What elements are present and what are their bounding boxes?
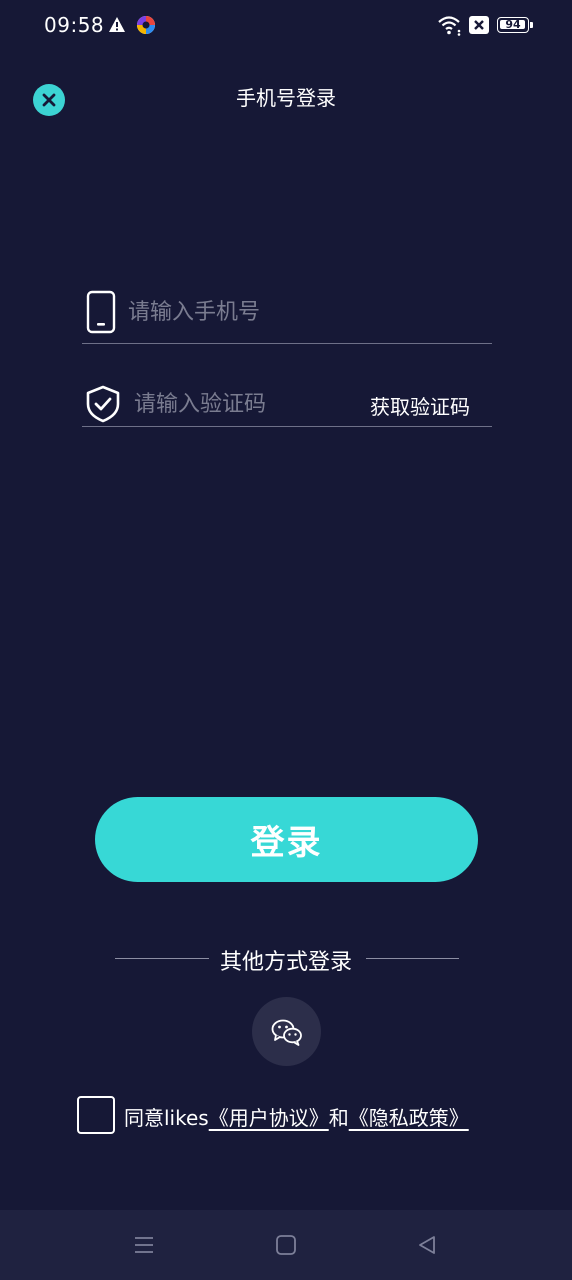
phone-field [82,288,492,344]
shield-check-icon [86,385,120,423]
login-button[interactable]: 登录 [95,797,478,882]
agreement-prefix: 同意likes [124,1106,209,1130]
other-login-label: 其他方式登录 [219,950,352,975]
back-icon[interactable] [416,1234,438,1256]
app-notification-icon [137,16,155,34]
close-box-icon [469,16,489,34]
home-icon[interactable] [275,1234,297,1256]
menu-icon[interactable] [133,1234,155,1256]
agreement-checkbox[interactable] [77,1096,115,1134]
battery-icon: 94 [497,15,533,35]
divider-right [366,958,459,959]
agreement-text: 同意likes《用户协议》和《隐私政策》 [124,1102,469,1131]
page-title: 手机号登录 [236,86,336,110]
wechat-icon [271,1019,302,1046]
code-field: 获取验证码 [82,380,492,427]
agreement-and: 和 [328,1106,349,1130]
code-input[interactable] [134,388,354,420]
battery-level: 94 [505,18,521,31]
privacy-policy-link[interactable]: 《隐私政策》 [349,1106,469,1130]
status-time: 09:58 [44,13,105,37]
status-bar: 09:58 94 [0,0,572,52]
user-agreement-link[interactable]: 《用户协议》 [209,1106,329,1130]
warning-icon [109,17,125,32]
wifi-icon [438,16,461,36]
system-nav-bar [0,1210,572,1280]
get-code-button[interactable]: 获取验证码 [370,391,470,420]
phone-input[interactable] [128,296,478,328]
wechat-login-button[interactable] [252,997,321,1066]
phone-icon [86,290,116,334]
